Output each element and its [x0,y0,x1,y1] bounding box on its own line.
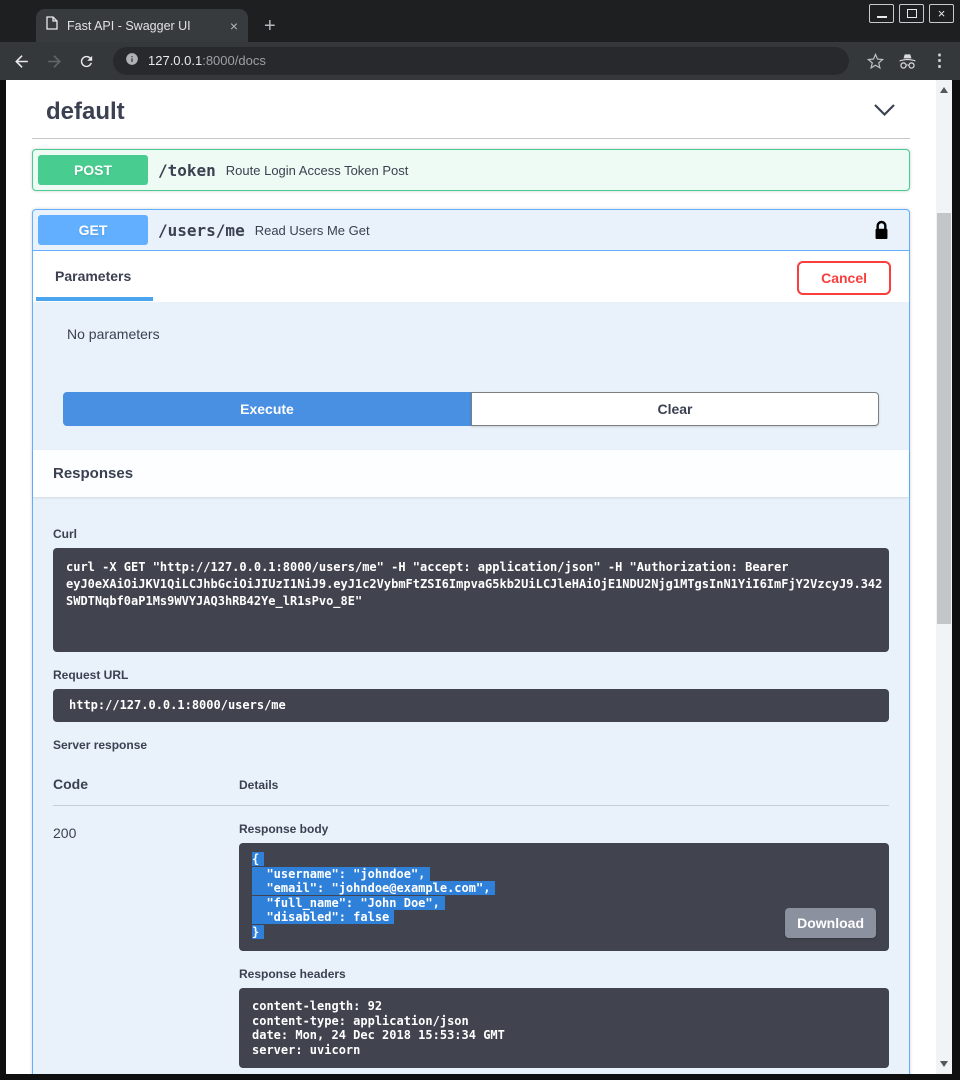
opblock-post-token: POST /token Route Login Access Token Pos… [32,149,910,191]
post-token-summary[interactable]: POST /token Route Login Access Token Pos… [33,150,909,190]
responses-body: Curl curl -X GET "http://127.0.0.1:8000/… [33,497,909,1074]
tab-parameters[interactable]: Parameters [36,264,153,301]
execute-row: Execute Clear [63,392,879,426]
request-url-label: Request URL [53,668,889,682]
url-path: :8000/docs [202,53,266,68]
minimize-button[interactable] [869,4,894,23]
get-method-badge: GET [38,215,148,245]
page-file-icon [46,16,58,35]
tab-title: Fast API - Swagger UI [67,19,221,33]
scrollbar-thumb[interactable] [937,213,951,624]
download-button[interactable]: Download [785,908,876,938]
url-host: 127.0.0.1 [148,53,202,68]
operation-tab-strip: Parameters Cancel [33,251,909,302]
curl-command-block[interactable]: curl -X GET "http://127.0.0.1:8000/users… [53,548,889,652]
tag-divider [32,138,910,139]
swagger-page: default POST /token Route Login Access T… [6,80,936,1074]
clear-button[interactable]: Clear [471,392,879,426]
post-summary-text: Route Login Access Token Post [226,163,409,178]
server-response-label: Server response [53,738,889,752]
refresh-icon[interactable] [78,53,95,70]
minimize-icon [877,16,887,18]
execute-button[interactable]: Execute [63,392,471,426]
post-path: /token [158,161,216,180]
auth-lock-icon[interactable] [873,219,890,242]
bookmark-star-icon[interactable] [867,53,884,70]
opblock-get-users-me: GET /users/me Read Users Me Get Paramete… [32,209,910,1074]
parameters-body: No parameters Execute Clear [33,302,909,450]
post-method-badge: POST [38,155,148,185]
no-parameters-text: No parameters [67,326,889,342]
tab-close-icon[interactable]: × [230,19,238,33]
back-icon[interactable] [12,52,31,71]
maximize-button[interactable] [899,4,924,23]
status-code: 200 [53,822,239,1068]
close-button[interactable]: × [929,4,954,23]
page-viewport: default POST /token Route Login Access T… [6,80,952,1074]
response-body-json: { "username": "johndoe", "email": "johnd… [252,852,876,939]
scrollbar-up-icon[interactable] [940,87,948,93]
forward-icon[interactable] [45,52,64,71]
curl-label: Curl [53,527,889,541]
browser-toolbar: 127.0.0.1:8000/docs ⋮ [0,42,960,80]
incognito-icon [898,52,917,71]
tag-title: default [46,98,125,126]
get-path: /users/me [158,221,245,240]
response-headers-block: content-length: 92content-type: applicat… [239,988,889,1068]
page-scrollbar[interactable] [936,80,952,1074]
browser-window: Fast API - Swagger UI × + × 127.0.0.1:80… [0,0,960,1080]
cancel-button[interactable]: Cancel [797,261,891,295]
tag-section-header[interactable]: default [32,98,910,126]
window-controls: × [869,4,954,23]
request-url-block: http://127.0.0.1:8000/users/me [53,689,889,722]
site-info-icon[interactable] [125,52,139,71]
responses-section-header: Responses [33,450,909,497]
browser-tab[interactable]: Fast API - Swagger UI × [36,9,248,42]
server-response-row: 200 Response body { "username": "johndoe… [53,822,889,1068]
details-column-header: Details [239,776,889,792]
chevron-down-icon[interactable] [873,103,896,122]
address-bar[interactable]: 127.0.0.1:8000/docs [113,47,849,75]
scrollbar-down-icon[interactable] [940,1061,948,1067]
code-column-header: Code [53,776,239,792]
server-response-table-header: Code Details [53,776,889,806]
browser-titlebar: Fast API - Swagger UI × + × [0,0,960,42]
get-summary-text: Read Users Me Get [255,223,370,238]
response-body-label: Response body [239,822,889,836]
browser-menu-icon[interactable]: ⋮ [931,51,948,71]
response-body-block[interactable]: { "username": "johndoe", "email": "johnd… [239,843,889,951]
maximize-icon [907,9,917,18]
new-tab-button[interactable]: + [264,16,276,36]
get-users-me-summary[interactable]: GET /users/me Read Users Me Get [33,210,909,251]
response-headers-label: Response headers [239,967,889,981]
